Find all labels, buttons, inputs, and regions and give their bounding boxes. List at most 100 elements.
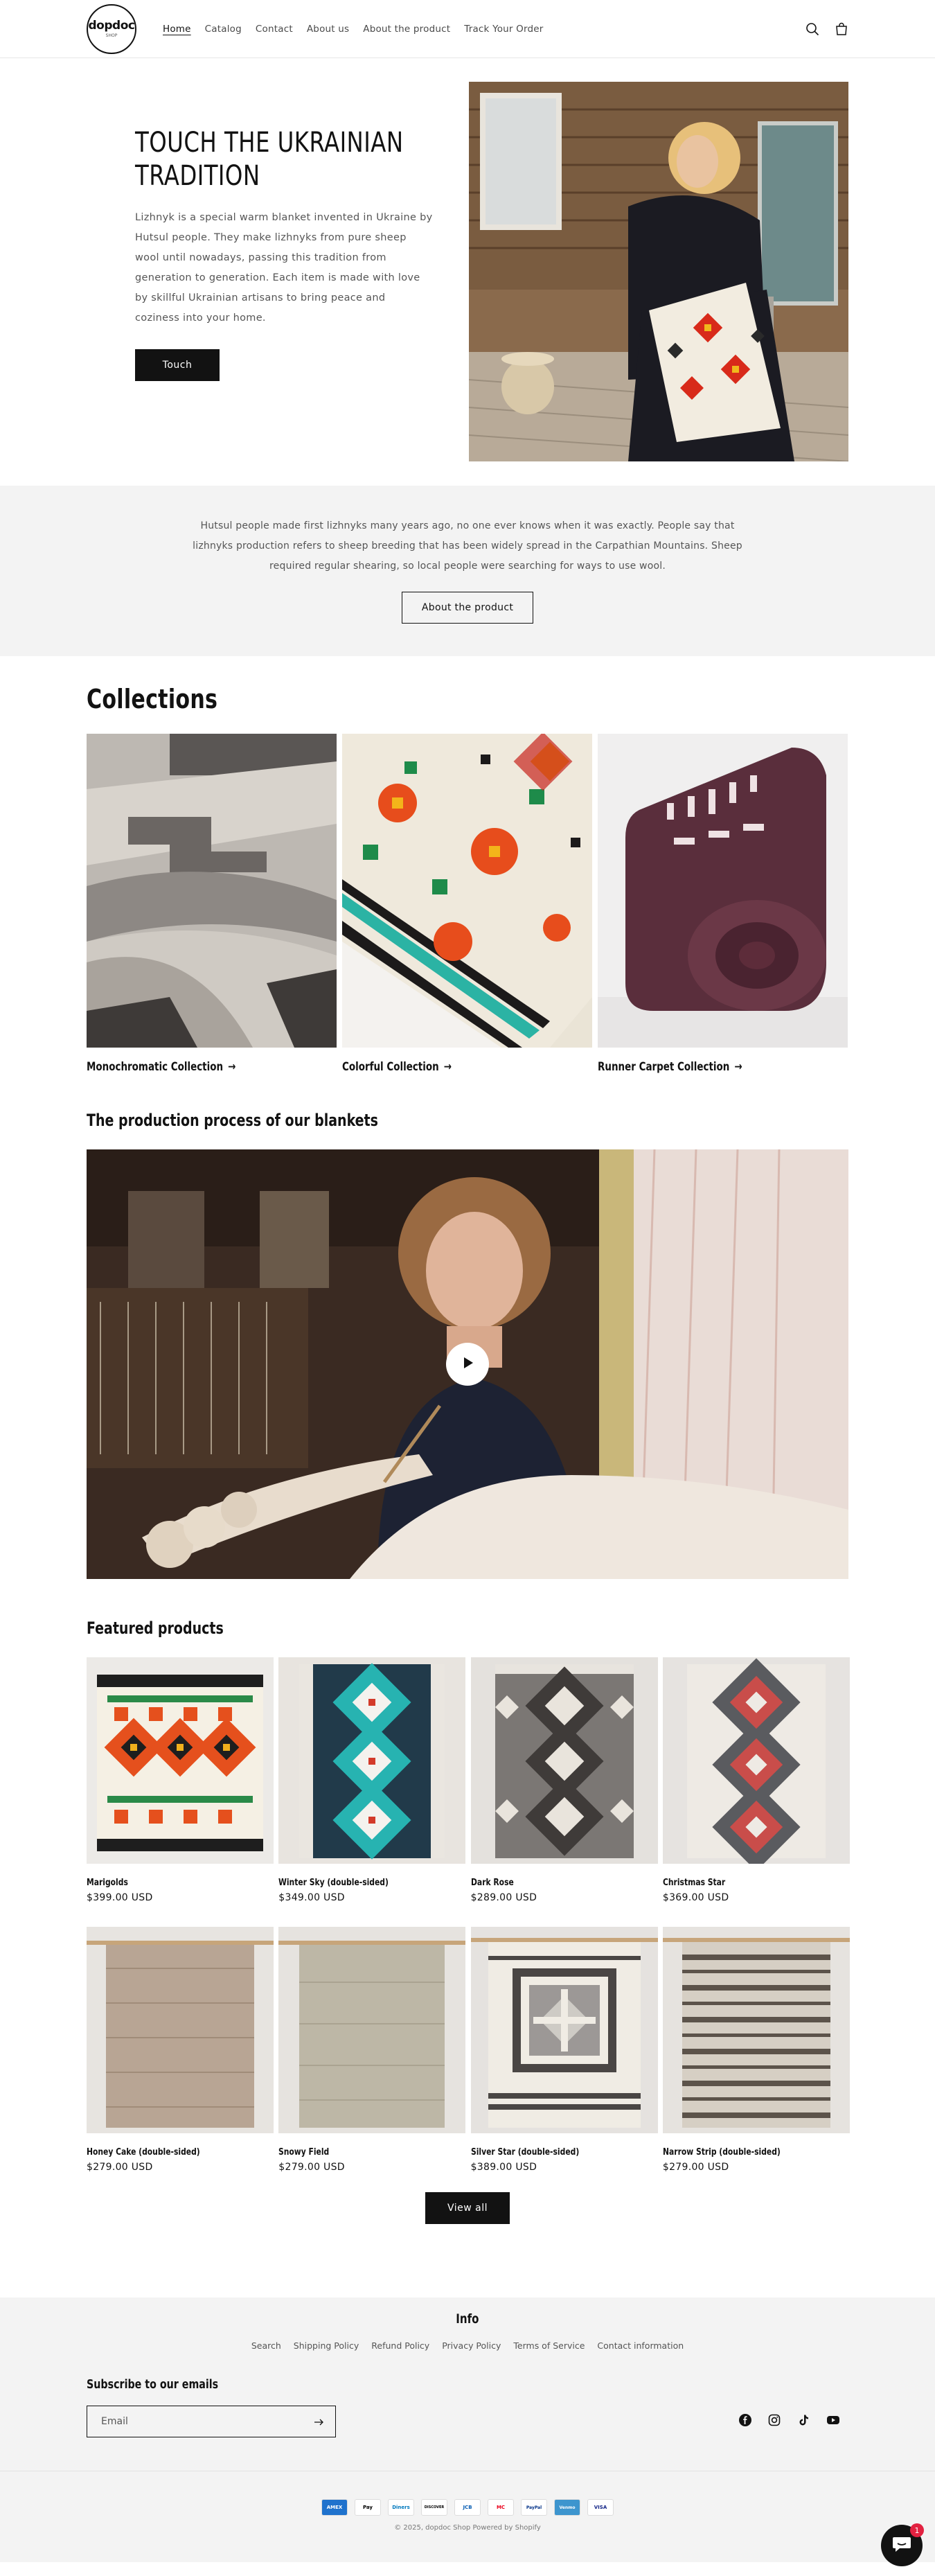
product-price: $369.00 USD bbox=[662, 1892, 729, 1903]
footer-bottom: AMEX Pay Diners DISCOVER JCB MC PayPal V… bbox=[0, 2471, 935, 2532]
product-image bbox=[662, 1657, 850, 1864]
view-all-button[interactable]: View all bbox=[425, 2192, 510, 2224]
product-image bbox=[662, 1927, 850, 2133]
social-links bbox=[739, 2414, 840, 2429]
product-card[interactable]: Silver Star (double-sided) $389.00 USD bbox=[470, 1927, 658, 2196]
payment-icons: AMEX Pay Diners DISCOVER JCB MC PayPal V… bbox=[0, 2499, 935, 2516]
footer-link-contact[interactable]: Contact information bbox=[597, 2340, 684, 2351]
about-product-button[interactable]: About the product bbox=[402, 592, 533, 624]
discover-icon: DISCOVER bbox=[421, 2499, 447, 2516]
amex-icon: AMEX bbox=[321, 2499, 348, 2516]
product-card[interactable]: Dark Rose $289.00 USD bbox=[470, 1657, 658, 1927]
logo[interactable]: dopdoc SHOP bbox=[87, 4, 136, 54]
paypal-icon: PayPal bbox=[521, 2499, 547, 2516]
footer-link-terms[interactable]: Terms of Service bbox=[513, 2340, 585, 2351]
product-card[interactable]: Narrow Strip (double-sided) $279.00 USD bbox=[662, 1927, 850, 2196]
nav-contact[interactable]: Contact bbox=[249, 24, 300, 35]
product-image bbox=[87, 1927, 274, 2133]
view-all-wrap: View all bbox=[87, 2192, 848, 2224]
video-player[interactable] bbox=[87, 1149, 848, 1579]
product-card[interactable]: Winter Sky (double-sided) $349.00 USD bbox=[278, 1657, 466, 1927]
product-grid: Marigolds $399.00 USD Winter Sky (double… bbox=[87, 1657, 850, 2196]
footer-link-refund[interactable]: Refund Policy bbox=[371, 2340, 429, 2351]
product-card[interactable]: Honey Cake (double-sided) $279.00 USD bbox=[87, 1927, 274, 2196]
arrow-right-icon[interactable] bbox=[314, 2415, 324, 2428]
jcb-icon: JCB bbox=[454, 2499, 481, 2516]
hero-description: Lizhnyk is a special warm blanket invent… bbox=[135, 212, 433, 324]
product-image bbox=[470, 1927, 658, 2133]
product-price: $289.00 USD bbox=[470, 1892, 537, 1903]
nav-home[interactable]: Home bbox=[156, 24, 198, 35]
subscribe-row: Subscribe to our emails Email bbox=[87, 2377, 848, 2437]
hero-image bbox=[469, 82, 848, 461]
footer-info-heading: Info bbox=[456, 2311, 479, 2327]
instagram-icon[interactable] bbox=[768, 2414, 781, 2429]
subscribe-block: Subscribe to our emails Email bbox=[87, 2377, 336, 2437]
product-name[interactable]: Honey Cake (double-sided) bbox=[87, 2147, 258, 2158]
product-card[interactable]: Snowy Field $279.00 USD bbox=[278, 1927, 466, 2196]
nav-track-order[interactable]: Track Your Order bbox=[457, 24, 550, 35]
chat-badge: 1 bbox=[910, 2523, 924, 2537]
collection-image bbox=[342, 734, 592, 1048]
email-placeholder: Email bbox=[101, 2416, 128, 2427]
logo-subtext: SHOP bbox=[105, 33, 118, 38]
product-name[interactable]: Snowy Field bbox=[278, 2147, 450, 2158]
product-name[interactable]: Christmas Star bbox=[663, 1878, 835, 1888]
product-price: $389.00 USD bbox=[470, 2162, 537, 2173]
product-price: $279.00 USD bbox=[87, 2162, 153, 2173]
hero-text: TOUCH THE UKRAINIAN TRADITION Lizhnyk is… bbox=[135, 82, 433, 461]
collection-title[interactable]: Runner Carpet Collection → bbox=[598, 1060, 818, 1074]
arrow-right-icon: → bbox=[734, 1060, 742, 1074]
collections-heading: Collections bbox=[87, 684, 218, 714]
touch-button[interactable]: Touch bbox=[135, 349, 220, 381]
product-name[interactable]: Dark Rose bbox=[471, 1878, 643, 1888]
header-icons bbox=[805, 22, 848, 36]
tiktok-icon[interactable] bbox=[797, 2414, 810, 2429]
venmo-icon: Venmo bbox=[554, 2499, 580, 2516]
intro-band: Hutsul people made first lizhnyks many y… bbox=[0, 486, 935, 656]
product-card[interactable]: Christmas Star $369.00 USD bbox=[662, 1657, 850, 1927]
play-button[interactable] bbox=[446, 1343, 489, 1386]
footer-link-shipping[interactable]: Shipping Policy bbox=[294, 2340, 359, 2351]
collection-title[interactable]: Monochromatic Collection → bbox=[87, 1060, 307, 1074]
collection-card-runner[interactable]: Runner Carpet Collection → bbox=[598, 734, 848, 1074]
product-card[interactable]: Marigolds $399.00 USD bbox=[87, 1657, 274, 1927]
featured-heading: Featured products bbox=[87, 1618, 224, 1638]
cart-icon[interactable] bbox=[835, 22, 848, 36]
collection-image bbox=[598, 734, 848, 1048]
collection-card-monochromatic[interactable]: Monochromatic Collection → bbox=[87, 734, 337, 1074]
product-image bbox=[470, 1657, 658, 1864]
arrow-right-icon: → bbox=[443, 1060, 452, 1074]
site-footer: Info Search Shipping Policy Refund Polic… bbox=[0, 2297, 935, 2562]
apple-pay-icon: Pay bbox=[355, 2499, 381, 2516]
mastercard-icon: MC bbox=[488, 2499, 514, 2516]
intro-text: Hutsul people made first lizhnyks many y… bbox=[193, 520, 742, 572]
main-nav: Home Catalog Contact About us About the … bbox=[156, 24, 551, 35]
chat-icon bbox=[891, 2534, 912, 2557]
play-icon bbox=[461, 1356, 474, 1373]
email-field[interactable]: Email bbox=[87, 2406, 336, 2437]
nav-about-us[interactable]: About us bbox=[300, 24, 356, 35]
collection-card-colorful[interactable]: Colorful Collection → bbox=[342, 734, 592, 1074]
facebook-icon[interactable] bbox=[739, 2414, 751, 2429]
product-image bbox=[278, 1657, 466, 1864]
search-icon[interactable] bbox=[805, 22, 819, 36]
product-name[interactable]: Winter Sky (double-sided) bbox=[278, 1878, 450, 1888]
footer-link-search[interactable]: Search bbox=[251, 2340, 281, 2351]
copyright: © 2025, dopdoc Shop Powered by Shopify bbox=[394, 2524, 541, 2532]
video-section: The production process of our blankets bbox=[0, 1111, 935, 1618]
nav-about-product[interactable]: About the product bbox=[356, 24, 457, 35]
site-header: dopdoc SHOP Home Catalog Contact About u… bbox=[0, 0, 935, 58]
featured-products-section: Featured products Marigolds $399.00 USD … bbox=[0, 1618, 935, 2297]
chat-button[interactable]: 1 bbox=[881, 2523, 924, 2566]
product-name[interactable]: Narrow Strip (double-sided) bbox=[663, 2147, 835, 2158]
product-name[interactable]: Silver Star (double-sided) bbox=[471, 2147, 643, 2158]
footer-link-privacy[interactable]: Privacy Policy bbox=[442, 2340, 501, 2351]
logo-text: dopdoc bbox=[88, 19, 135, 33]
product-price: $279.00 USD bbox=[278, 2162, 345, 2173]
hero-section: TOUCH THE UKRAINIAN TRADITION Lizhnyk is… bbox=[0, 58, 935, 486]
product-name[interactable]: Marigolds bbox=[87, 1878, 258, 1888]
collection-title[interactable]: Colorful Collection → bbox=[342, 1060, 562, 1074]
youtube-icon[interactable] bbox=[826, 2414, 840, 2429]
nav-catalog[interactable]: Catalog bbox=[198, 24, 249, 35]
